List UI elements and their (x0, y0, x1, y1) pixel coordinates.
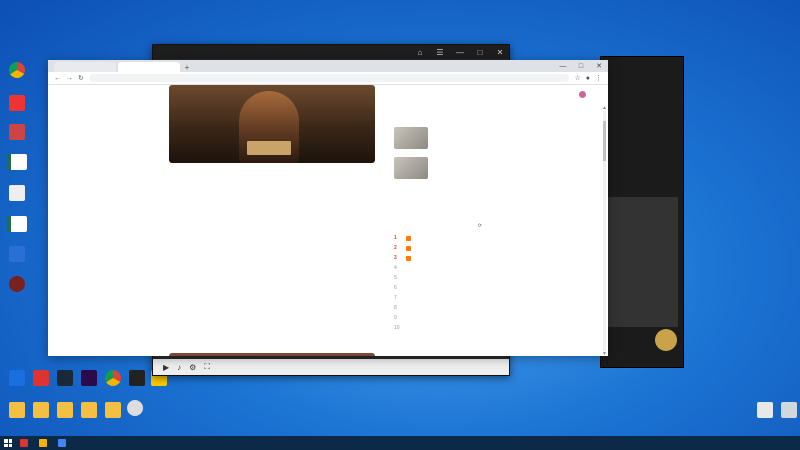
hot-item[interactable]: 1 (394, 235, 482, 241)
chat-panel[interactable] (600, 56, 684, 368)
related-card[interactable] (394, 157, 482, 179)
star-icon[interactable]: ☆ (574, 74, 580, 82)
desktop-icon-game[interactable] (0, 276, 34, 294)
article-image (169, 353, 375, 356)
panel-content (606, 197, 678, 327)
fullscreen-icon[interactable]: ⛶ (204, 362, 210, 372)
close-button[interactable]: ✕ (491, 45, 509, 59)
menu-icon[interactable]: ☰ (431, 45, 449, 59)
hot-tag-icon (406, 245, 411, 251)
desktop-icon-app[interactable] (0, 95, 34, 113)
taskbar-item[interactable] (35, 436, 54, 450)
hot-item[interactable]: 10 (394, 325, 482, 331)
card-thumbnail (394, 157, 428, 179)
new-tab-icon[interactable]: + (182, 62, 192, 72)
browser-tab[interactable] (54, 62, 116, 72)
hot-item[interactable]: 9 (394, 315, 482, 321)
desktop-icon-avatar[interactable] (0, 124, 34, 142)
app-icon (20, 439, 28, 447)
desktop-icon-bin[interactable] (772, 402, 800, 420)
refresh-button[interactable]: ⟳ (478, 223, 482, 229)
desktop-icon-tool[interactable] (0, 246, 34, 264)
hot-item[interactable]: 2 (394, 245, 482, 251)
profile-icon[interactable]: ● (586, 75, 590, 82)
home-icon[interactable]: ⌂ (411, 45, 429, 59)
desktop-icon-chrome[interactable] (0, 62, 34, 80)
windows-icon (4, 439, 12, 447)
hot-item[interactable]: 6 (394, 285, 482, 291)
hot-item[interactable]: 4 (394, 265, 482, 271)
hot-item[interactable]: 8 (394, 305, 482, 311)
taskbar-item[interactable] (54, 436, 73, 450)
close-button[interactable]: ✕ (590, 60, 608, 72)
scroll-down-icon[interactable]: ▼ (602, 351, 607, 356)
media-window-titlebar: ⌂ ☰ — □ ✕ (153, 45, 509, 59)
hot-item[interactable]: 5 (394, 275, 482, 281)
hot-item[interactable]: 7 (394, 295, 482, 301)
taskbar (0, 436, 800, 450)
browser-tab-active[interactable] (118, 62, 180, 72)
scrollbar[interactable]: ▲ ▼ (602, 105, 607, 356)
tab-bar: + — □ ✕ (48, 60, 608, 72)
minimize-button[interactable]: — (554, 60, 572, 72)
header-right (573, 91, 592, 98)
hot-item[interactable]: 3 (394, 255, 482, 261)
start-button[interactable] (0, 436, 16, 450)
maximize-button[interactable]: □ (471, 45, 489, 59)
related-card[interactable] (394, 127, 482, 149)
maximize-button[interactable]: □ (572, 60, 590, 72)
settings-icon[interactable]: ⚙ (189, 363, 196, 372)
scroll-up-icon[interactable]: ▲ (602, 105, 607, 111)
forward-icon[interactable]: → (66, 75, 73, 82)
back-icon[interactable]: ← (54, 75, 61, 82)
recycle-bin-icon[interactable] (118, 400, 152, 418)
desktop-icon-excel[interactable] (0, 154, 34, 172)
minimize-button[interactable]: — (451, 45, 469, 59)
reload-icon[interactable]: ↻ (78, 74, 84, 82)
hot-tag-icon (406, 255, 411, 261)
address-bar: ← → ↻ ☆ ● ⋮ (48, 72, 608, 85)
article-hero-image (169, 85, 375, 163)
page-content: ⟳ 1 2 3 4 5 6 7 8 9 10 ▲ ▼ (48, 85, 608, 356)
media-toolbar: ▶ ♪ ⚙ ⛶ (153, 359, 509, 375)
url-input[interactable] (88, 74, 570, 82)
play-icon[interactable]: ▶ (163, 363, 169, 372)
desktop-icon-excel-2[interactable] (0, 216, 34, 234)
hot-list-header: ⟳ (394, 223, 482, 229)
card-thumbnail (394, 127, 428, 149)
volume-icon[interactable]: ♪ (177, 363, 181, 372)
desktop-icon-file[interactable] (0, 185, 34, 203)
more-icon[interactable]: ⋮ (595, 74, 602, 82)
scrollbar-thumb[interactable] (603, 121, 606, 161)
app-icon (39, 439, 47, 447)
browser-window[interactable]: + — □ ✕ ← → ↻ ☆ ● ⋮ ⟳ 1 2 3 4 5 6 7 8 9 … (48, 60, 608, 356)
app-icon (58, 439, 66, 447)
avatar[interactable] (579, 91, 586, 98)
taskbar-item[interactable] (16, 436, 35, 450)
panel-avatar[interactable] (655, 329, 677, 351)
hot-tag-icon (406, 235, 411, 241)
